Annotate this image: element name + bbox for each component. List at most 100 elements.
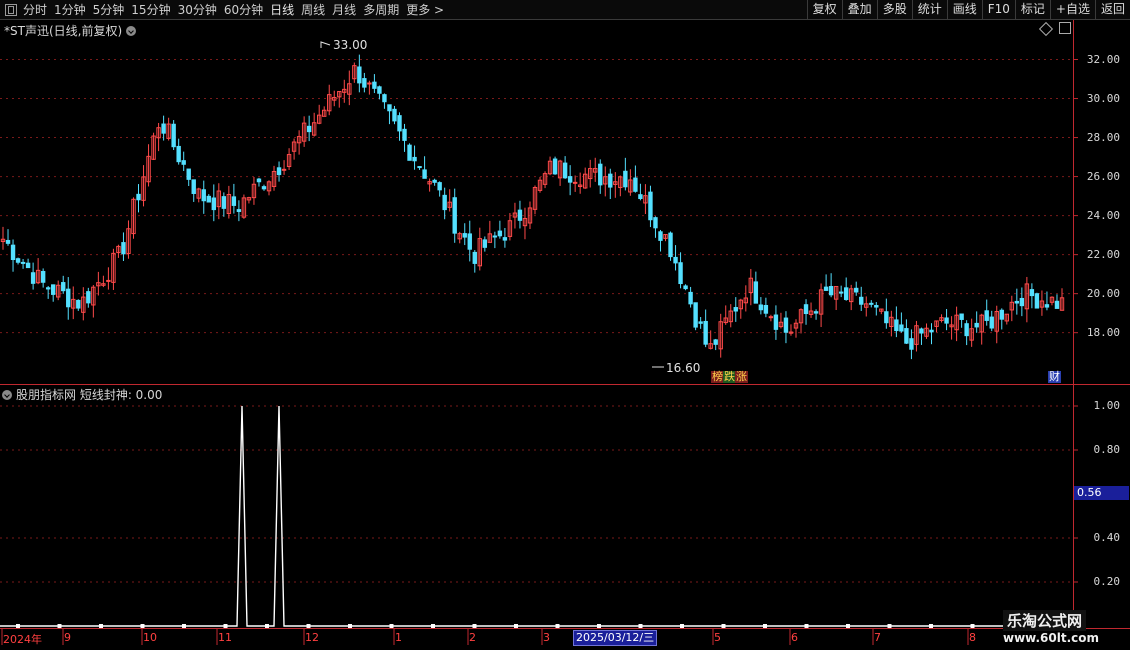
cursor-value: 0.56 — [1074, 486, 1129, 500]
y-tick-label: 0.20 — [1093, 575, 1121, 588]
x-tick-label: 11 — [218, 631, 232, 644]
candle-body — [452, 197, 457, 234]
high-label: 33.00 — [333, 38, 368, 52]
candle-body — [161, 123, 166, 134]
candle-body — [909, 338, 914, 350]
candle-body — [999, 309, 1004, 320]
candle-body — [306, 125, 312, 133]
y-tick-label: 20.00 — [1086, 286, 1120, 300]
candle-body — [823, 286, 829, 291]
candle-body — [828, 286, 834, 296]
x-tick-label: 8 — [969, 631, 976, 644]
candle-body — [648, 191, 653, 221]
candle-body — [838, 291, 844, 294]
candle-body — [20, 261, 26, 264]
main-panel-title[interactable]: *ST声迅(日线,前复权) — [4, 22, 137, 39]
candle-body — [86, 291, 91, 304]
candle-body — [236, 209, 242, 212]
candle-body — [1014, 300, 1020, 304]
candle-body — [211, 197, 216, 211]
candle-body — [803, 304, 809, 315]
candle-body — [256, 178, 262, 183]
candle-body — [492, 235, 498, 238]
crosshair-date: 2025/03/12/三 — [573, 630, 658, 646]
candle-body — [76, 299, 81, 309]
candle-body — [653, 217, 658, 229]
candle-body — [467, 233, 472, 250]
candle-body — [658, 231, 663, 241]
candle-body — [929, 329, 934, 333]
candle-body — [904, 328, 909, 344]
signal-line — [0, 405, 1073, 627]
x-tick-label: 3 — [543, 631, 550, 644]
high-marker — [320, 41, 331, 48]
candle-body — [281, 168, 287, 171]
candle-body — [5, 239, 11, 244]
chevron-down-icon[interactable] — [126, 25, 137, 36]
candle-body — [402, 128, 407, 141]
x-tick-label: 9 — [64, 631, 71, 644]
candle-body — [884, 311, 889, 324]
candle-body — [66, 288, 71, 308]
candle-body — [683, 285, 688, 290]
candle-body — [136, 193, 141, 201]
y-tick-label: 0.40 — [1093, 531, 1121, 544]
x-tick-label: 6 — [791, 631, 798, 644]
candle-body — [773, 314, 779, 330]
candle-body — [25, 262, 31, 269]
candle-body — [61, 282, 66, 292]
watermark-url: www.60lt.com — [1003, 631, 1100, 645]
candle-body — [462, 233, 467, 238]
candle-body — [442, 194, 447, 211]
candle-body — [598, 163, 603, 186]
candle-body — [552, 158, 558, 175]
candle-body — [959, 313, 964, 320]
candle-body — [1044, 304, 1050, 308]
candle-body — [201, 189, 206, 202]
candle-body — [437, 182, 442, 191]
candle-body — [517, 209, 523, 221]
y-tick-label: 32.00 — [1086, 52, 1120, 66]
candle-body — [1054, 300, 1060, 309]
x-tick-label: 1 — [395, 631, 402, 644]
candle-body — [688, 291, 693, 305]
y-tick-label: 28.00 — [1086, 130, 1120, 144]
x-tick-label: 7 — [874, 631, 881, 644]
candle-body — [678, 262, 683, 285]
candle-body — [106, 279, 111, 282]
watermark-title: 乐淘公式网 — [1003, 610, 1087, 631]
candle-body — [497, 230, 503, 237]
candle-body — [206, 195, 211, 203]
candle-body — [944, 317, 949, 324]
x-tick-label: 2024年 — [3, 633, 42, 646]
sub-panel-title[interactable]: 股朋指标网 短线封神: 0.00 — [2, 386, 162, 403]
window-icon[interactable] — [1059, 22, 1071, 34]
candle-body — [758, 304, 764, 311]
candle-body — [899, 324, 904, 332]
candle-body — [874, 305, 879, 308]
candle-body — [40, 270, 46, 283]
candle-body — [673, 256, 678, 264]
y-tick-label: 24.00 — [1086, 208, 1120, 222]
candle-body — [30, 272, 36, 284]
y-tick-label: 22.00 — [1086, 247, 1120, 261]
candle-body — [502, 237, 508, 241]
candle-body — [638, 194, 643, 200]
panel-divider — [0, 384, 1130, 385]
candle-body — [422, 169, 427, 179]
event-badge[interactable]: 财 — [1048, 371, 1061, 383]
candle-body — [919, 328, 924, 334]
candle-body — [472, 251, 477, 264]
candle-body — [753, 281, 759, 304]
candle-body — [567, 176, 573, 183]
y-tick-label: 26.00 — [1086, 169, 1120, 183]
chart-canvas[interactable] — [0, 0, 1130, 650]
candle-body — [713, 339, 718, 345]
candle-body — [171, 123, 176, 148]
y-tick-label: 18.00 — [1086, 325, 1120, 339]
chevron-down-icon[interactable] — [2, 389, 12, 400]
candle-body — [783, 317, 789, 333]
event-badge[interactable]: 涨 — [735, 371, 748, 383]
candle-body — [768, 316, 774, 319]
candle-body — [392, 108, 397, 122]
